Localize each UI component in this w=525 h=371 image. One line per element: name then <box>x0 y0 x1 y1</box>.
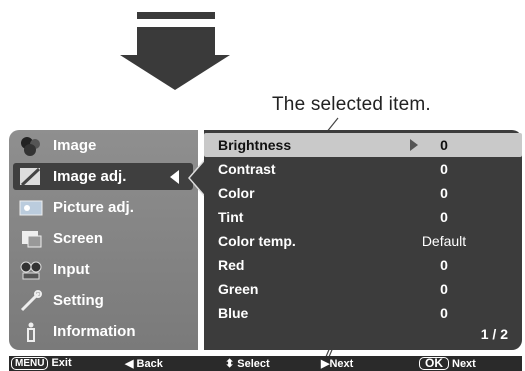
left-arrow-icon: ◀ <box>125 358 134 370</box>
menu-item-input[interactable]: Input <box>13 256 195 283</box>
menu-item-label: Information <box>53 323 136 340</box>
main-menu: Image Image adj. Picture adj. Screen Inp… <box>9 130 198 350</box>
submenu-row-tint[interactable]: Tint 0 <box>204 205 522 229</box>
row-label: Green <box>218 281 259 297</box>
row-label: Blue <box>218 305 249 321</box>
screen-icon <box>18 227 44 251</box>
row-value: 0 <box>440 161 448 177</box>
image-icon <box>18 134 44 158</box>
row-value: 0 <box>440 305 448 321</box>
setting-icon <box>18 289 44 313</box>
row-value: 0 <box>440 209 448 225</box>
down-arrow-icon <box>120 12 230 90</box>
submenu-row-brightness[interactable]: Brightness 0 <box>204 133 522 157</box>
menu-item-label: Image adj. <box>53 168 127 185</box>
submenu-panel: Brightness 0 Contrast 0 Color 0 Tint 0 C… <box>204 130 522 350</box>
row-value: Default <box>421 233 467 249</box>
row-label: Tint <box>218 209 244 225</box>
menu-item-setting[interactable]: Setting <box>13 287 195 314</box>
row-label: Contrast <box>218 161 276 177</box>
submenu-row-color-temp[interactable]: Color temp. Default <box>204 229 522 253</box>
menu-item-label: Screen <box>53 230 104 247</box>
submenu-row-red[interactable]: Red 0 <box>204 253 522 277</box>
pointer-arrow-icon <box>410 139 418 151</box>
back-label: Back <box>136 358 163 370</box>
row-label: Color <box>218 185 255 201</box>
submenu-row-green[interactable]: Green 0 <box>204 277 522 301</box>
selected-arrow-icon <box>170 170 179 184</box>
exit-hint: MENU Exit <box>11 357 72 370</box>
row-label: Brightness <box>218 137 292 153</box>
submenu-row-color[interactable]: Color 0 <box>204 181 522 205</box>
picture-adjust-icon <box>18 196 44 220</box>
up-down-arrow-icon: ⬍ <box>225 358 235 370</box>
menu-item-image[interactable]: Image <box>13 132 195 159</box>
menu-item-image-adj[interactable]: Image adj. <box>13 163 193 190</box>
callout-label: The selected item. <box>272 94 431 115</box>
information-icon <box>18 320 44 344</box>
key-guide-bar: MENU Exit ◀ Back ⬍ Select ▶Next OK Next <box>9 356 522 371</box>
image-adjust-icon <box>18 165 44 189</box>
row-value: 0 <box>440 137 448 153</box>
exit-label: Exit <box>51 357 72 369</box>
row-value: 0 <box>440 257 448 273</box>
ok-next-label: Next <box>452 358 476 370</box>
row-label: Color temp. <box>218 233 296 249</box>
input-icon <box>18 258 44 282</box>
row-label: Red <box>218 257 245 273</box>
submenu-row-blue[interactable]: Blue 0 <box>204 301 522 325</box>
menu-item-label: Picture adj. <box>53 199 134 216</box>
row-value: 0 <box>440 281 448 297</box>
menu-item-screen[interactable]: Screen <box>13 225 195 252</box>
menu-item-information[interactable]: Information <box>13 318 195 345</box>
ok-key-icon: OK <box>419 357 449 370</box>
ok-hint: OK Next <box>419 357 476 370</box>
submenu-row-contrast[interactable]: Contrast 0 <box>204 157 522 181</box>
menu-item-label: Input <box>53 261 90 278</box>
page-indicator: 1 / 2 <box>480 326 508 342</box>
select-hint: ⬍ Select <box>225 357 270 370</box>
menu-item-label: Image <box>53 137 97 154</box>
row-value: 0 <box>440 185 448 201</box>
menu-item-label: Setting <box>53 292 104 309</box>
menu-key-icon: MENU <box>11 357 49 370</box>
next-hint: ▶Next <box>321 357 353 370</box>
menu-item-picture-adj[interactable]: Picture adj. <box>13 194 195 221</box>
next-label: Next <box>329 358 354 370</box>
back-hint: ◀ Back <box>125 357 163 370</box>
select-label: Select <box>237 358 270 370</box>
